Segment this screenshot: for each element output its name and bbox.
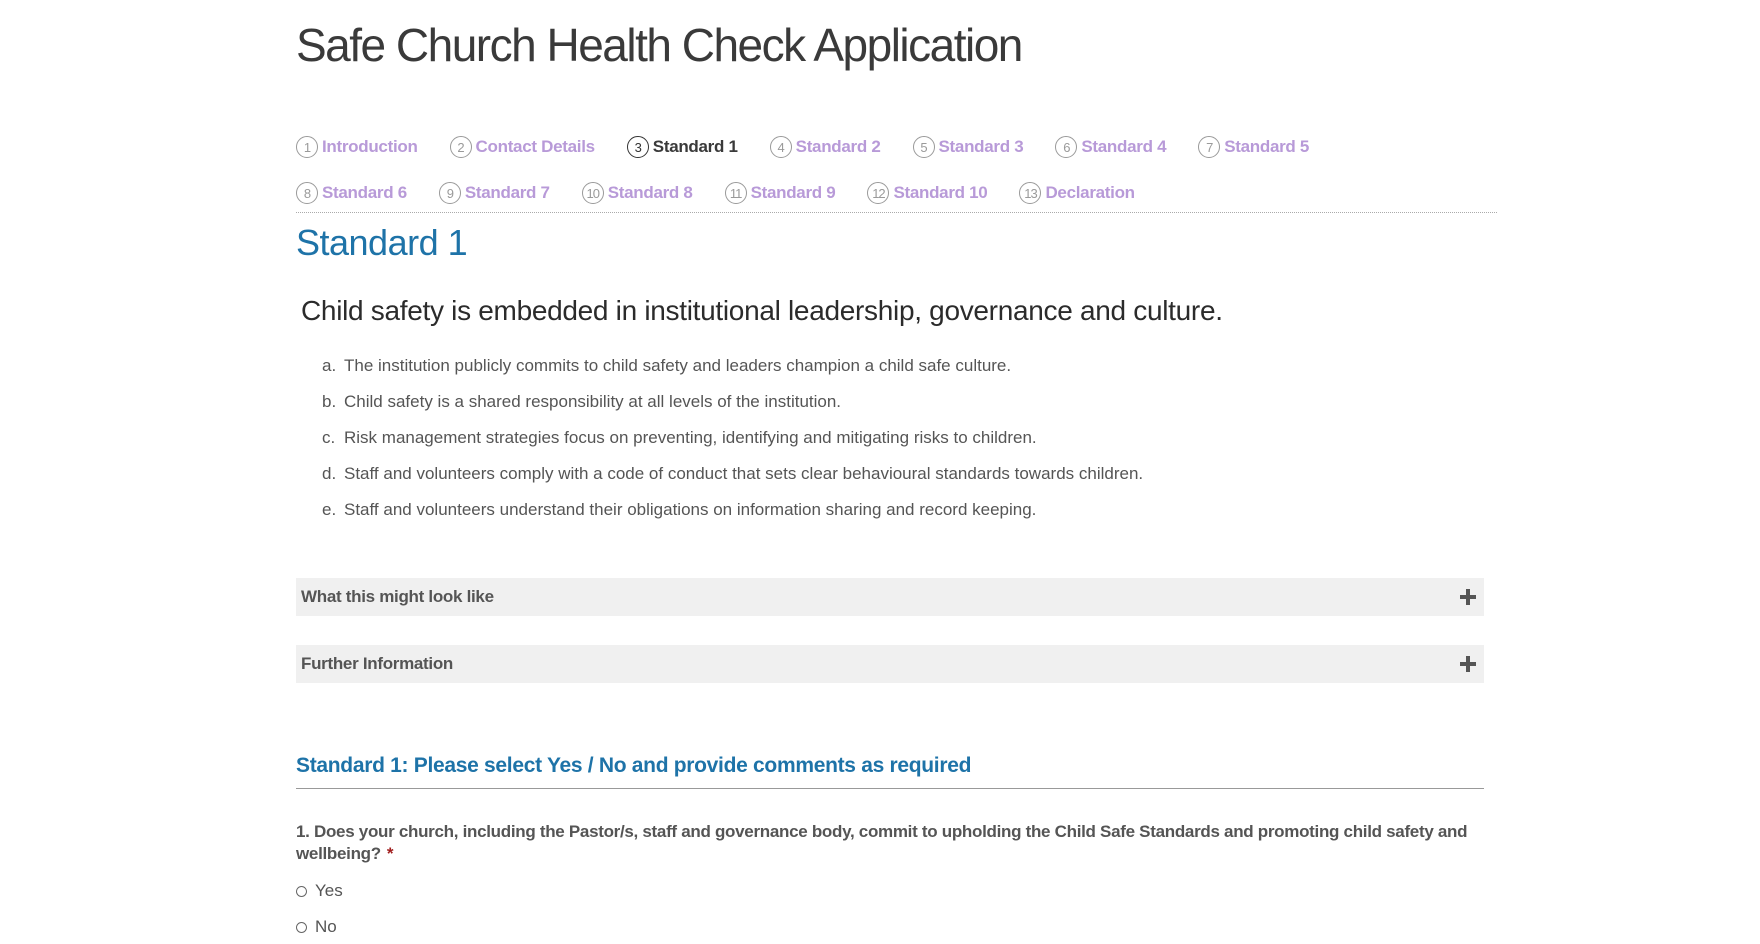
step-number-icon: 4 [769, 136, 792, 158]
step-number-icon: 13 [1019, 182, 1042, 204]
radio-label: No [315, 917, 337, 936]
step-label: Contact Details [475, 137, 596, 156]
step-label: Introduction [322, 137, 418, 156]
criteria-item: d. Staff and volunteers comply with a co… [322, 464, 1143, 500]
step-number-icon: 10 [581, 182, 604, 204]
step-standard-7[interactable]: 9 Standard 7 [438, 182, 550, 204]
criteria-text: Risk management strategies focus on prev… [344, 428, 1037, 447]
step-standard-4[interactable]: 6 Standard 4 [1055, 136, 1167, 158]
step-label: Standard 2 [795, 137, 881, 156]
steps-divider [296, 212, 1497, 213]
step-declaration[interactable]: 13 Declaration [1019, 182, 1135, 204]
step-standard-9[interactable]: 11 Standard 9 [724, 182, 836, 204]
step-label: Standard 6 [322, 183, 407, 202]
criteria-item: a. The institution publicly commits to c… [322, 356, 1143, 392]
step-label: Standard 3 [938, 137, 1024, 156]
step-standard-3[interactable]: 5 Standard 3 [912, 136, 1024, 158]
radio-label: Yes [315, 881, 343, 900]
step-number-icon: 3 [626, 136, 649, 158]
step-label: Standard 5 [1224, 137, 1310, 156]
step-number-icon: 8 [296, 182, 318, 204]
section-title: Standard 1 [296, 222, 468, 263]
step-introduction[interactable]: 1 Introduction [296, 136, 418, 158]
radio-option-no[interactable]: No [296, 917, 337, 937]
question-text: 1. Does your church, including the Pasto… [296, 822, 1468, 863]
step-number-icon: 9 [438, 182, 461, 204]
criteria-marker: e. [322, 500, 337, 519]
criteria-item: b. Child safety is a shared responsibili… [322, 392, 1143, 428]
required-marker: * [386, 844, 394, 863]
radio-button-icon[interactable] [296, 885, 307, 897]
step-row-2: 8 Standard 6 9 Standard 7 10 Standard 8 … [296, 178, 1496, 208]
criteria-marker: c. [322, 428, 336, 447]
criteria-item: c. Risk management strategies focus on p… [322, 428, 1143, 464]
step-standard-10[interactable]: 12 Standard 10 [867, 182, 988, 204]
criteria-text: Staff and volunteers understand their ob… [344, 500, 1037, 519]
step-label: Standard 8 [607, 183, 693, 202]
step-number-icon: 11 [724, 182, 747, 204]
form-heading: Standard 1: Please select Yes / No and p… [296, 754, 1484, 789]
accordion-what-this-might-look-like[interactable]: What this might look like [296, 578, 1484, 616]
radio-button-icon[interactable] [296, 921, 307, 933]
step-label: Standard 10 [893, 183, 988, 202]
step-number-icon: 12 [867, 182, 890, 204]
question-1: 1. Does your church, including the Pasto… [296, 821, 1486, 865]
step-standard-6[interactable]: 8 Standard 6 [296, 182, 407, 204]
criteria-list: a. The institution publicly commits to c… [322, 356, 1143, 536]
plus-icon[interactable] [1458, 654, 1478, 674]
step-label: Standard 1 [652, 137, 738, 156]
standard-statement: Child safety is embedded in institutiona… [301, 295, 1223, 326]
step-number-icon: 7 [1198, 136, 1221, 158]
step-contact-details[interactable]: 2 Contact Details [449, 136, 596, 158]
step-label: Standard 9 [750, 183, 836, 202]
criteria-marker: d. [322, 464, 337, 483]
step-standard-1[interactable]: 3 Standard 1 [626, 136, 738, 158]
step-row-1: 1 Introduction 2 Contact Details 3 Stand… [296, 132, 1496, 162]
criteria-text: Staff and volunteers comply with a code … [344, 464, 1144, 483]
step-number-icon: 2 [449, 136, 472, 158]
step-label: Declaration [1045, 183, 1135, 202]
step-number-icon: 6 [1055, 136, 1078, 158]
accordion-label: Further Information [301, 654, 454, 673]
criteria-text: Child safety is a shared responsibility … [344, 392, 842, 411]
criteria-marker: a. [322, 356, 337, 375]
criteria-marker: b. [322, 392, 337, 411]
plus-icon[interactable] [1458, 587, 1478, 607]
step-number-icon: 1 [296, 136, 318, 158]
step-label: Standard 4 [1081, 137, 1167, 156]
accordion-label: What this might look like [301, 587, 494, 606]
app-title: Safe Church Health Check Application [296, 19, 1023, 71]
step-standard-2[interactable]: 4 Standard 2 [769, 136, 881, 158]
step-number-icon: 5 [912, 136, 935, 158]
radio-option-yes[interactable]: Yes [296, 881, 343, 901]
criteria-item: e. Staff and volunteers understand their… [322, 500, 1143, 536]
accordion-further-information[interactable]: Further Information [296, 645, 1484, 683]
criteria-text: The institution publicly commits to chil… [344, 356, 1012, 375]
step-label: Standard 7 [464, 183, 550, 202]
step-standard-5[interactable]: 7 Standard 5 [1198, 136, 1309, 158]
step-standard-8[interactable]: 10 Standard 8 [581, 182, 693, 204]
step-navigation: 1 Introduction 2 Contact Details 3 Stand… [296, 132, 1496, 224]
